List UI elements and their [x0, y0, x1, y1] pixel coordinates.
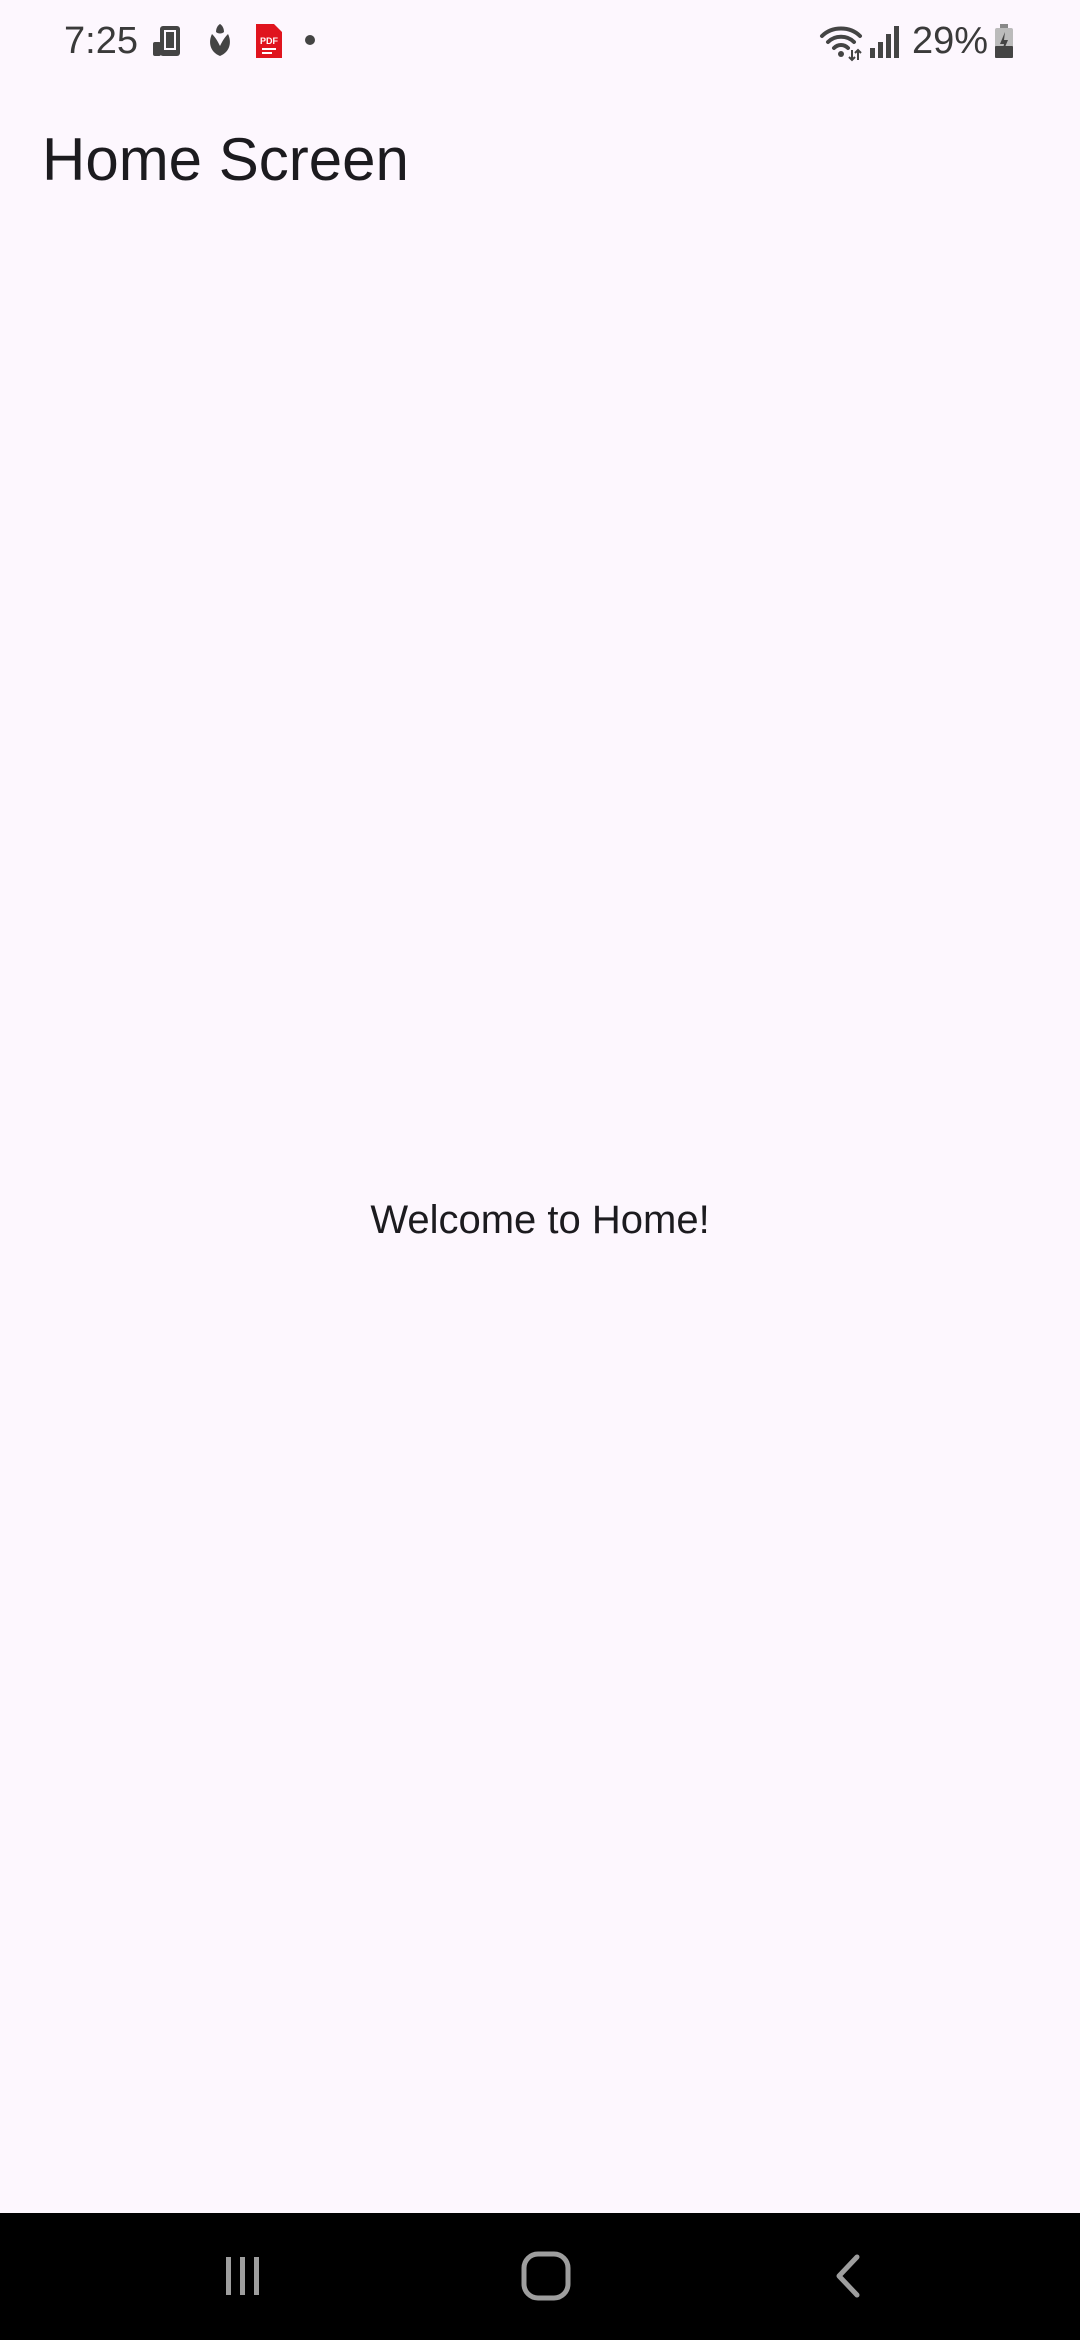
- page-title: Home Screen: [42, 126, 409, 193]
- screen: 7:25 PDF 29% Home Screen Welcome to Home…: [0, 0, 1080, 2340]
- status-time: 7:25: [64, 20, 138, 62]
- wifi-icon: [818, 22, 864, 62]
- navigation-bar: [0, 2213, 1080, 2340]
- recents-icon: [218, 2251, 268, 2306]
- battery-percent: 29%: [912, 20, 989, 62]
- home-button[interactable]: [486, 2233, 606, 2323]
- device-icon: [150, 22, 190, 60]
- flower-icon: [200, 22, 240, 60]
- pdf-icon: PDF: [250, 22, 286, 60]
- battery-icon: [992, 22, 1016, 60]
- signal-icon: [868, 22, 904, 60]
- status-bar: 7:25 PDF 29%: [0, 0, 1080, 82]
- home-icon: [518, 2248, 574, 2309]
- dot-icon: [302, 32, 318, 70]
- back-icon: [825, 2251, 875, 2306]
- back-button[interactable]: [790, 2233, 910, 2323]
- svg-text:PDF: PDF: [260, 36, 279, 46]
- recents-button[interactable]: [183, 2233, 303, 2323]
- welcome-message: Welcome to Home!: [370, 1198, 710, 1242]
